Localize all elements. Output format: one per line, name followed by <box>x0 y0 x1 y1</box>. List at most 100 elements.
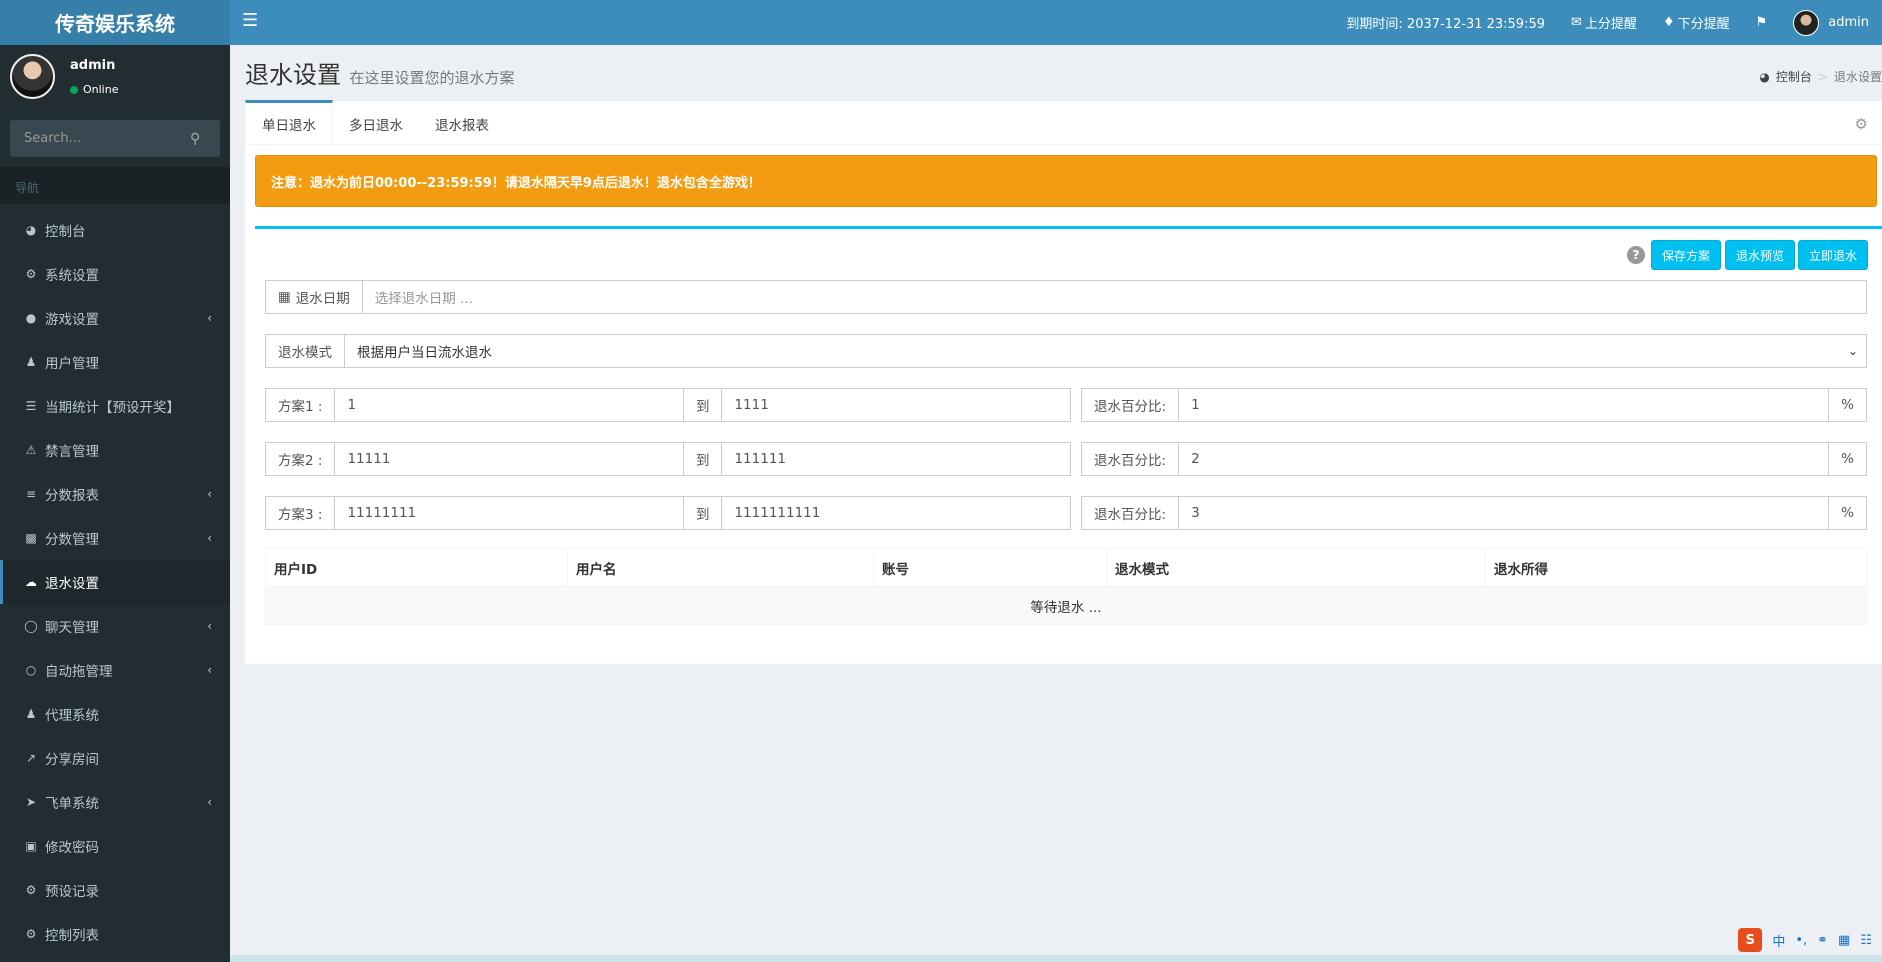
plan-3-range: 方案3 : 11111111 到 1111111111 <box>265 496 1071 530</box>
online-status-label: Online <box>83 83 119 96</box>
list-ol-icon: ≡ <box>25 487 37 501</box>
sidebar-item-label: 代理系统 <box>45 708 99 724</box>
sidebar-item-change-password[interactable]: ▣ 修改密码 <box>0 824 230 868</box>
content-header: 退水设置 在这里设置您的退水方案 <box>245 55 514 90</box>
plan-2-percent-label: 退水百分比: <box>1082 443 1180 475</box>
table-row: 等待退水 ... <box>265 586 1867 625</box>
sidebar-item-label: 分数管理 <box>45 532 99 548</box>
sidebar-item-users[interactable]: ♟ 用户管理 <box>0 340 230 384</box>
down-alert-button[interactable]: ♦ 下分提醒 <box>1650 0 1743 45</box>
sidebar-item-label: 用户管理 <box>45 356 99 372</box>
bottom-strip <box>230 955 1882 962</box>
user-menu[interactable]: admin <box>1780 0 1882 45</box>
sidebar-item-period-stats[interactable]: ☰ 当期统计【预设开奖】 <box>0 384 230 428</box>
comments-icon: ◯ <box>24 619 38 633</box>
sidebar-item-system-settings[interactable]: ⚙ 系统设置 <box>0 252 230 296</box>
sidebar-item-label: 禁言管理 <box>45 444 99 460</box>
sidebar-item-label: 控制列表 <box>45 928 99 944</box>
bars-icon[interactable]: ☰ <box>242 11 258 31</box>
sidebar-search: ⚲ <box>10 120 220 157</box>
plan-2-to-input[interactable]: 111111 <box>722 443 1070 475</box>
flag-button[interactable]: ⚑ <box>1743 0 1781 45</box>
section-divider <box>255 226 1882 229</box>
sidebar-item-control-list[interactable]: ⚙ 控制列表 <box>0 912 230 956</box>
ime-language-toggle[interactable]: 中 <box>1772 931 1785 950</box>
sidebar-item-label: 分享房间 <box>45 752 99 768</box>
table-header-row: 用户ID 用户名 账号 退水模式 退水所得 <box>265 548 1867 587</box>
chevron-left-icon: ‹ <box>207 311 212 325</box>
rebate-now-button[interactable]: 立即退水 <box>1798 240 1868 270</box>
tab-single-day[interactable]: 单日退水 <box>245 100 333 144</box>
plan-2-from-input[interactable]: 11111 <box>335 443 683 475</box>
save-plan-button[interactable]: 保存方案 <box>1651 240 1721 270</box>
search-input[interactable] <box>10 131 190 146</box>
plan-3-percent-input[interactable]: 3 <box>1179 497 1828 529</box>
plan-1-range: 方案1 : 1 到 1111 <box>265 388 1071 422</box>
sidebar: admin Online ⚲ 导航 ◕ 控制台 ⚙ 系统设置 ● 游戏设置 ‹ ♟ 用户管… <box>0 45 230 962</box>
sidebar-item-agent[interactable]: ♟ 代理系统 <box>0 692 230 736</box>
sogou-logo-icon[interactable]: S <box>1738 928 1763 952</box>
rebate-date-input[interactable]: 选择退水日期 ... <box>363 281 1866 313</box>
calendar-icon: ▦ <box>278 289 291 305</box>
sidebar-item-share-room[interactable]: ↗ 分享房间 <box>0 736 230 780</box>
tab-multi-day[interactable]: 多日退水 <box>333 100 419 144</box>
sidebar-item-label: 飞单系统 <box>45 796 99 812</box>
breadcrumb-home[interactable]: 控制台 <box>1776 68 1812 85</box>
plan-3-label: 方案3 : <box>266 497 336 529</box>
question-circle-icon[interactable]: ? <box>1627 246 1645 264</box>
preview-rebate-button[interactable]: 退水预览 <box>1725 240 1795 270</box>
up-alert-label: 上分提醒 <box>1584 17 1637 32</box>
sidebar-item-label: 游戏设置 <box>45 312 99 328</box>
punctuation-icon[interactable]: •, <box>1795 933 1807 948</box>
tab-bar: 单日退水 多日退水 退水报表 ⚙ <box>245 100 1882 145</box>
gear-icon[interactable]: ⚙ <box>1855 115 1868 133</box>
rebate-box: 单日退水 多日退水 退水报表 ⚙ 注意：退水为前日00:00--23:59:59… <box>245 100 1882 664</box>
sidebar-item-score-report[interactable]: ≡ 分数报表 ‹ <box>0 472 230 516</box>
grid-icon[interactable]: ☷ <box>1860 933 1872 948</box>
plan-1-to-label: 到 <box>682 389 723 421</box>
plan-1-from-input[interactable]: 1 <box>335 389 683 421</box>
paper-plane-icon: ➤ <box>25 795 37 809</box>
flag-icon: ⚑ <box>1755 15 1768 30</box>
sidebar-item-score-manage[interactable]: ▩ 分数管理 ‹ <box>0 516 230 560</box>
rebate-mode-select[interactable]: 根据用户当日流水退水 <box>345 335 1848 367</box>
plan-3-to-input[interactable]: 1111111111 <box>722 497 1070 529</box>
chevron-left-icon: ‹ <box>207 487 212 501</box>
up-alert-button[interactable]: ✉ 上分提醒 <box>1558 0 1650 45</box>
column-header: 退水所得 <box>1485 548 1867 587</box>
sidebar-item-chat[interactable]: ◯ 聊天管理 ‹ <box>0 604 230 648</box>
plan-2-percent-input[interactable]: 2 <box>1179 443 1828 475</box>
cloud-download-icon: ☁ <box>25 575 37 589</box>
search-icon[interactable]: ⚲ <box>190 131 200 147</box>
ime-toolbar: S 中 •, ⚭ ▦ ☷ <box>1728 925 1882 955</box>
plan-3-from-input[interactable]: 11111111 <box>335 497 683 529</box>
rebate-table: 用户ID 用户名 账号 退水模式 退水所得 等待退水 ... <box>265 548 1867 625</box>
sidebar-item-auto-bot[interactable]: ○ 自动拖管理 ‹ <box>0 648 230 692</box>
sidebar-item-fly-order[interactable]: ➤ 飞单系统 ‹ <box>0 780 230 824</box>
sidebar-username: admin <box>70 58 116 73</box>
tab-rebate-report[interactable]: 退水报表 <box>419 100 505 144</box>
sidebar-item-rebate-settings[interactable]: ☁ 退水设置 <box>0 560 230 604</box>
list-icon: ☰ <box>25 399 37 413</box>
sidebar-item-preset-records[interactable]: ⚙ 预设记录 <box>0 868 230 912</box>
warning-alert: 注意：退水为前日00:00--23:59:59！请退水隔天早9点后退水！退水包含… <box>255 155 1877 207</box>
share-icon: ↗ <box>25 751 37 765</box>
microphone-icon[interactable]: ⚭ <box>1817 933 1828 948</box>
app-logo[interactable]: 传奇娱乐系统 <box>0 0 230 45</box>
plan-1-percent-input[interactable]: 1 <box>1179 389 1828 421</box>
chevron-left-icon: ‹ <box>207 531 212 545</box>
plan-1-to-input[interactable]: 1111 <box>722 389 1070 421</box>
keyboard-icon[interactable]: ▦ <box>1838 933 1850 948</box>
comment-icon: ○ <box>25 663 37 677</box>
breadcrumb: ◕ 控制台 > 退水设置 <box>1759 68 1882 85</box>
bell-icon: ♦ <box>1662 15 1675 30</box>
down-alert-label: 下分提醒 <box>1677 17 1730 32</box>
sidebar-item-dashboard[interactable]: ◕ 控制台 <box>0 208 230 252</box>
sidebar-item-game-settings[interactable]: ● 游戏设置 ‹ <box>0 296 230 340</box>
plan-2-label: 方案2 : <box>266 443 336 475</box>
sidebar-item-mute[interactable]: ⚠ 禁言管理 <box>0 428 230 472</box>
chevron-down-icon[interactable]: ⌄ <box>1848 335 1866 367</box>
column-header: 用户ID <box>265 548 568 587</box>
dashboard-icon: ◕ <box>1759 69 1770 84</box>
envelope-icon: ✉ <box>1571 15 1582 30</box>
